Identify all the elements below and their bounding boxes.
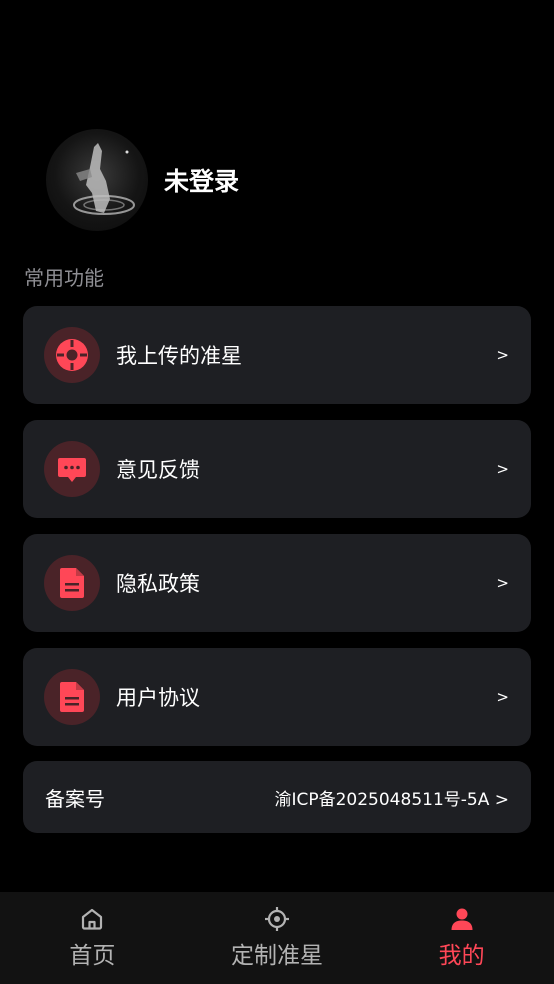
home-icon [82, 908, 103, 930]
tab-label: 我的 [438, 943, 485, 969]
chat-bubble-icon [58, 458, 86, 482]
record-value[interactable]: 渝ICP备2025048511号-5A > [274, 785, 509, 810]
record-label: 备案号 [45, 786, 105, 811]
icon-circle [44, 669, 100, 725]
chevron-right-icon: > [496, 688, 509, 706]
chevron-right-icon: > [496, 574, 509, 592]
tab-custom-crosshair[interactable]: 定制准星 [185, 892, 370, 984]
document-icon [60, 568, 84, 598]
tab-label: 首页 [69, 943, 116, 969]
menu-item-privacy-policy[interactable]: 隐私政策 > [23, 534, 531, 632]
chevron-right-icon: > [496, 346, 509, 364]
tab-label: 定制准星 [231, 943, 323, 969]
username[interactable]: 未登录 [164, 162, 239, 198]
document-icon [60, 682, 84, 712]
icp-record[interactable]: 备案号 渝ICP备2025048511号-5A > [23, 761, 531, 833]
target-icon [265, 907, 289, 931]
menu-label: 用户协议 [116, 686, 200, 710]
chevron-right-icon: > [496, 460, 509, 478]
menu-label: 意见反馈 [116, 458, 200, 482]
menu-item-feedback[interactable]: 意见反馈 > [23, 420, 531, 518]
icon-circle [44, 441, 100, 497]
bottom-tabbar: 首页 定制准星 我的 [0, 892, 554, 984]
menu-item-user-agreement[interactable]: 用户协议 > [23, 648, 531, 746]
tab-mine[interactable]: 我的 [369, 892, 554, 984]
icon-circle [44, 327, 100, 383]
user-icon [451, 908, 473, 930]
menu-item-my-uploads[interactable]: 我上传的准星 > [23, 306, 531, 404]
section-title: 常用功能 [24, 266, 104, 290]
profile-screen: 未登录 常用功能 我上传的准星 > 意见反馈 > 隐私政策 > 用户协议 > 备… [0, 0, 554, 984]
avatar[interactable] [46, 129, 148, 231]
icon-circle [44, 555, 100, 611]
tab-home[interactable]: 首页 [0, 892, 185, 984]
menu-label: 隐私政策 [116, 572, 200, 596]
crosshair-icon [56, 339, 88, 371]
avatar-image [73, 143, 135, 215]
menu-label: 我上传的准星 [116, 344, 242, 368]
profile-header[interactable]: 未登录 [46, 129, 239, 231]
